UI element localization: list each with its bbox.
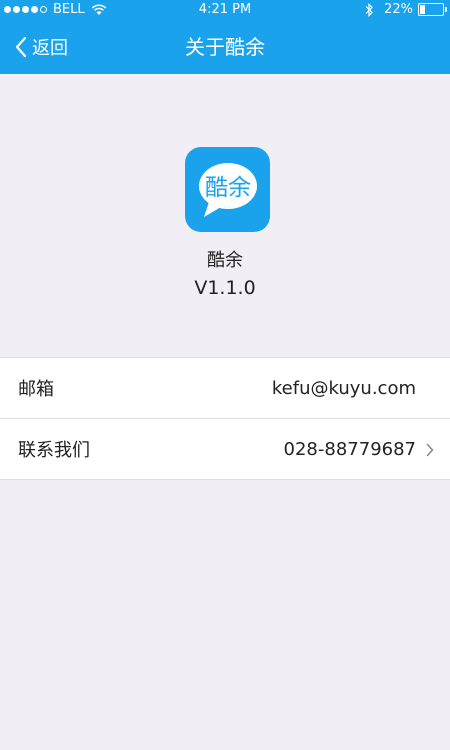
status-right: 22% xyxy=(364,2,447,17)
contact-phone-value: 028-88779687 xyxy=(283,438,416,460)
back-label: 返回 xyxy=(32,38,68,59)
back-chevron-icon xyxy=(14,36,28,58)
battery-icon xyxy=(418,3,447,16)
contact-us-label: 联系我们 xyxy=(18,440,90,461)
app-version: V1.1.0 xyxy=(194,277,256,299)
email-row: 邮箱 kefu@kuyu.com xyxy=(0,358,450,418)
app-logo-graphic: 酷余 xyxy=(199,163,257,217)
app-name: 酷余 xyxy=(207,250,243,271)
email-label: 邮箱 xyxy=(18,379,54,400)
app-logo: 酷余 xyxy=(185,147,270,232)
email-value: kefu@kuyu.com xyxy=(271,377,416,399)
bluetooth-icon xyxy=(364,2,374,17)
chevron-right-icon xyxy=(426,441,434,457)
status-bar: BELL 4:21 PM 22% xyxy=(0,0,450,20)
info-list: 邮箱 kefu@kuyu.com 联系我们 028-88779687 xyxy=(0,357,450,480)
battery-fill xyxy=(420,5,425,14)
nav-bar: 关于酷余 返回 xyxy=(0,20,450,74)
app-logo-text: 酷余 xyxy=(205,175,251,201)
back-button[interactable]: 返回 xyxy=(14,20,68,74)
battery-percent: 22% xyxy=(384,2,413,17)
contact-us-row[interactable]: 联系我们 028-88779687 xyxy=(0,418,450,479)
